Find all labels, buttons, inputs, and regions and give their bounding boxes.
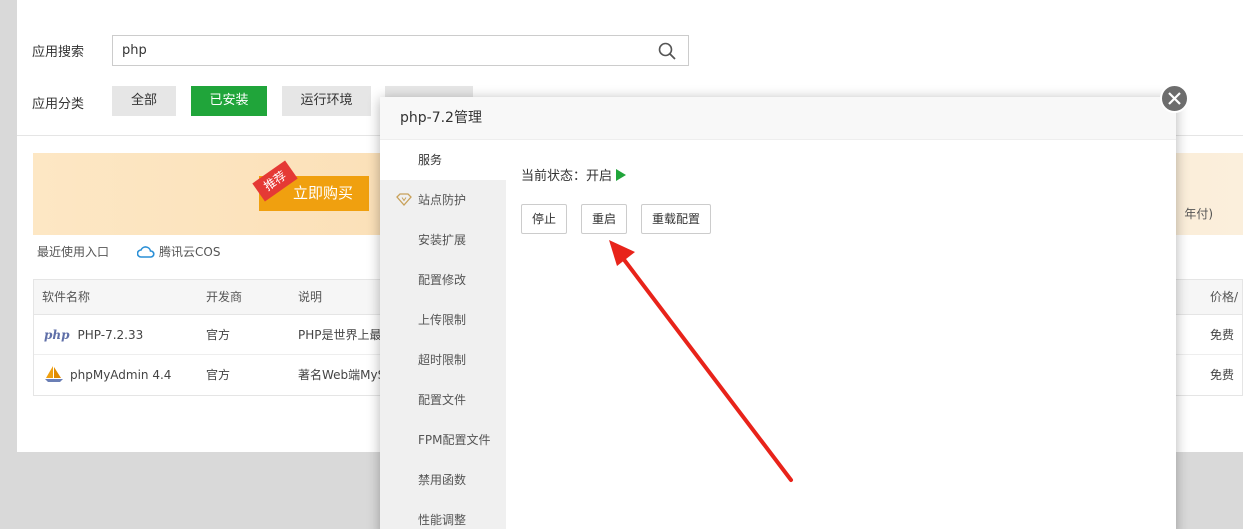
banner-tail-text: 年付) [1184, 207, 1213, 221]
category-all-button[interactable]: 全部 [112, 86, 176, 116]
buy-now-label: 立即购买 [292, 184, 353, 202]
service-status: 当前状态：开启 [521, 165, 627, 184]
tab-label: 站点防护 [418, 193, 467, 207]
diamond-icon [396, 193, 412, 206]
tab-service[interactable]: 服务 [380, 140, 506, 180]
stop-button[interactable]: 停止 [521, 204, 568, 234]
tab-upload-limit[interactable]: 上传限制 [380, 300, 506, 340]
php-manage-modal: php-7.2管理 服务 站点防护 安装扩展 配置修改 上传限制 超时限制 配置… [380, 97, 1176, 529]
play-icon [616, 169, 627, 181]
tab-fpm-config-file[interactable]: FPM配置文件 [380, 420, 506, 460]
phpmyadmin-boat-icon [45, 366, 63, 382]
status-prefix: 当前状态： [521, 169, 587, 184]
modal-title: php-7.2管理 [380, 97, 1176, 140]
cloud-icon [136, 246, 155, 258]
search-icon[interactable] [658, 42, 676, 60]
software-name-cell[interactable]: phpMyAdmin 4.4 [44, 355, 171, 395]
search-input[interactable] [113, 36, 633, 65]
tab-site-protection[interactable]: 站点防护 [380, 180, 506, 220]
status-value: 开启 [586, 169, 613, 184]
buy-now-button[interactable]: 推荐 立即购买 [252, 160, 369, 211]
php-logo-icon: php [44, 328, 70, 342]
tab-disabled-functions[interactable]: 禁用函数 [380, 460, 506, 500]
tab-timeout-limit[interactable]: 超时限制 [380, 340, 506, 380]
category-installed-button[interactable]: 已安装 [191, 86, 267, 116]
tab-install-extension[interactable]: 安装扩展 [380, 220, 506, 260]
software-name-cell[interactable]: php PHP-7.2.33 [44, 315, 143, 355]
tencent-cos-label: 腾讯云COS [159, 245, 221, 259]
restart-button[interactable]: 重启 [581, 204, 628, 234]
vendor-cell: 官方 [206, 368, 231, 382]
col-price: 价格/ [1210, 290, 1239, 304]
search-label: 应用搜索 [32, 45, 85, 60]
tab-performance-tuning[interactable]: 性能调整 [380, 500, 506, 529]
software-name: phpMyAdmin 4.4 [70, 368, 172, 382]
category-runtime-button[interactable]: 运行环境 [282, 86, 371, 116]
service-pane: 当前状态：开启 停止 重启 重载配置 [521, 165, 712, 234]
desc-cell: 著名Web端MyS [298, 368, 386, 382]
reload-config-button[interactable]: 重载配置 [641, 204, 712, 234]
desc-cell: PHP是世界上最 [298, 328, 382, 342]
search-box[interactable] [112, 35, 689, 66]
recommend-ribbon: 推荐 [252, 160, 298, 202]
service-actions: 停止 重启 重载配置 [521, 204, 723, 234]
recent-entry-label: 最近使用入口 [37, 245, 110, 259]
col-name: 软件名称 [42, 290, 91, 304]
col-desc: 说明 [298, 290, 323, 304]
vendor-cell: 官方 [206, 328, 231, 342]
tencent-cos-link[interactable]: 腾讯云COS [136, 243, 221, 260]
price-cell: 免费 [1210, 328, 1235, 342]
category-label: 应用分类 [32, 97, 85, 112]
tab-config-file[interactable]: 配置文件 [380, 380, 506, 420]
price-cell: 免费 [1210, 368, 1235, 382]
modal-close-button[interactable] [1160, 84, 1189, 113]
modal-tab-menu: 服务 站点防护 安装扩展 配置修改 上传限制 超时限制 配置文件 FPM配置文件… [380, 140, 506, 529]
software-name: PHP-7.2.33 [77, 328, 144, 342]
close-icon [1168, 92, 1181, 105]
tab-config-modify[interactable]: 配置修改 [380, 260, 506, 300]
col-vendor: 开发商 [206, 290, 243, 304]
